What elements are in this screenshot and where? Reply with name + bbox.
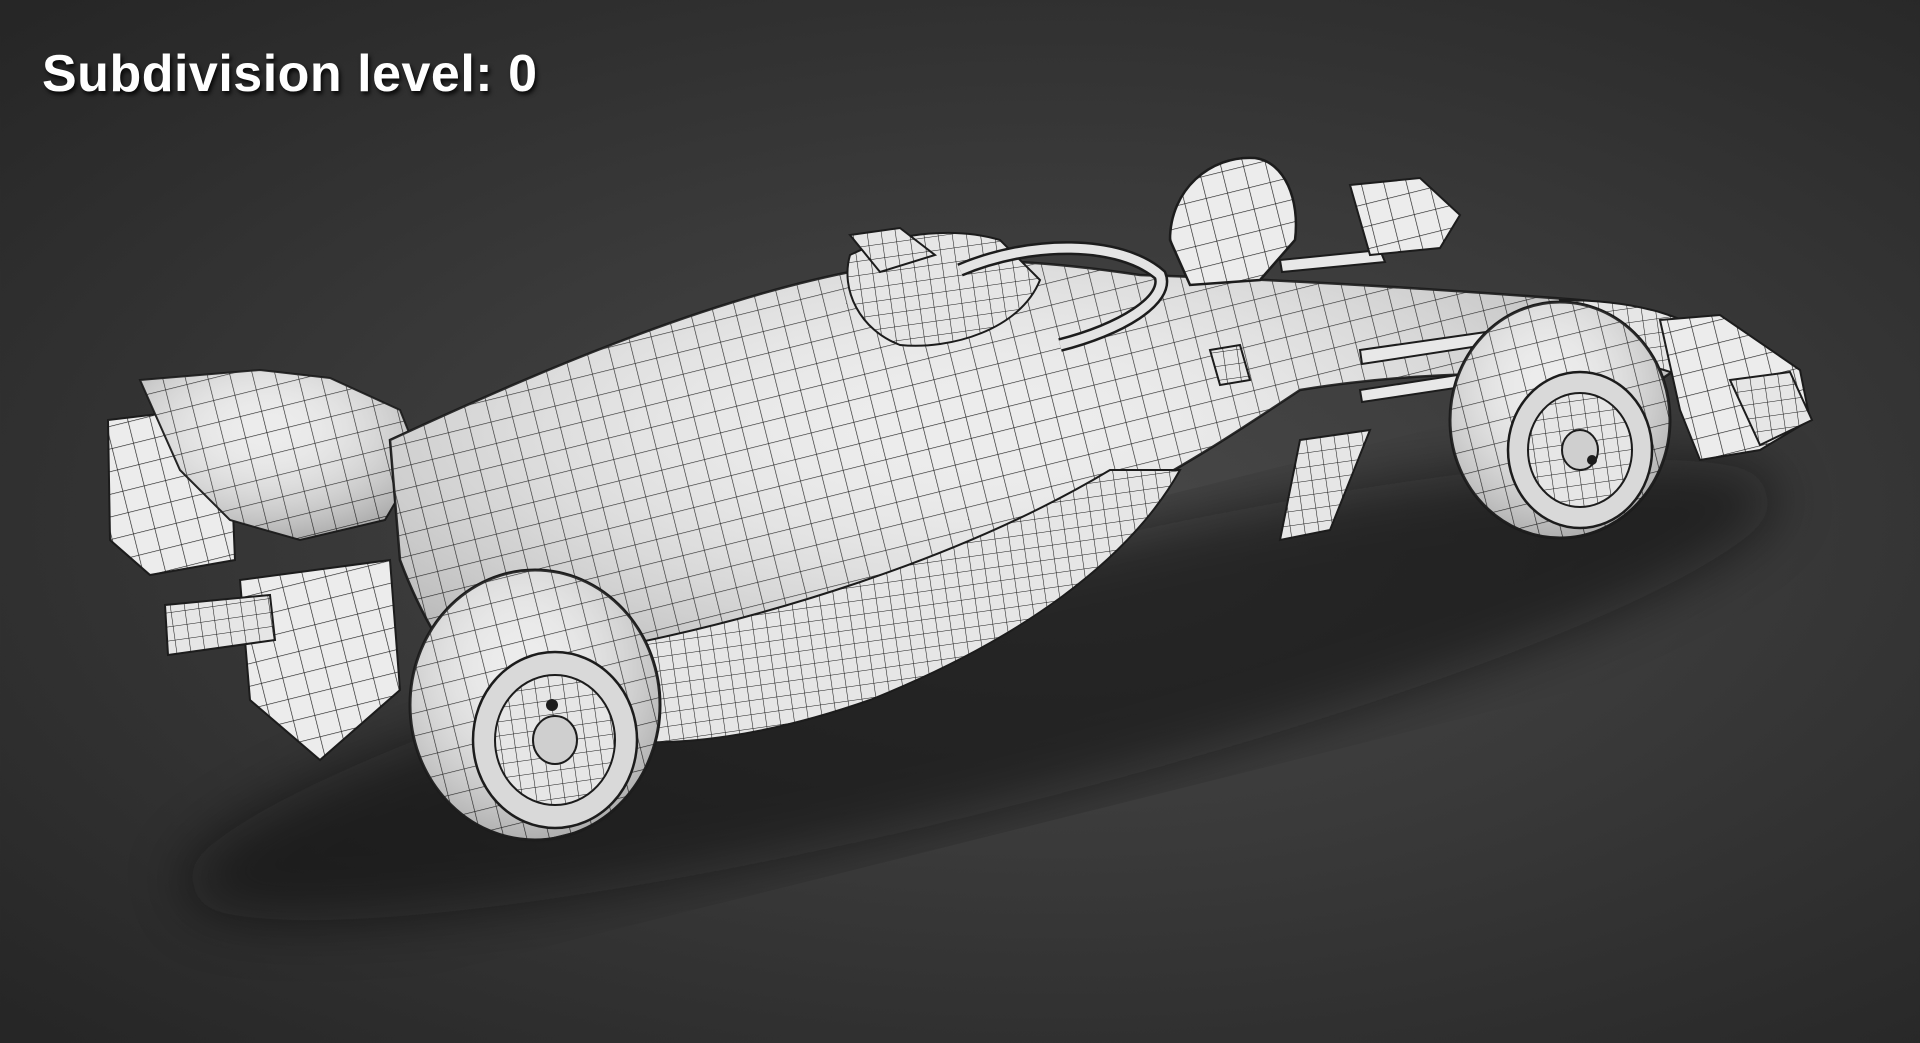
far-front-tire	[1168, 156, 1298, 287]
front-tire	[1448, 300, 1672, 540]
subdivision-level-prefix: Subdivision level:	[42, 45, 494, 103]
subdivision-level-value: 0	[508, 45, 538, 103]
rear-tire	[408, 568, 662, 842]
subdivision-level-label: Subdivision level: 0	[42, 44, 537, 104]
rear-wing	[106, 368, 422, 762]
car-render	[106, 156, 1814, 921]
3d-viewport[interactable]: Subdivision level: 0	[0, 0, 1920, 1038]
